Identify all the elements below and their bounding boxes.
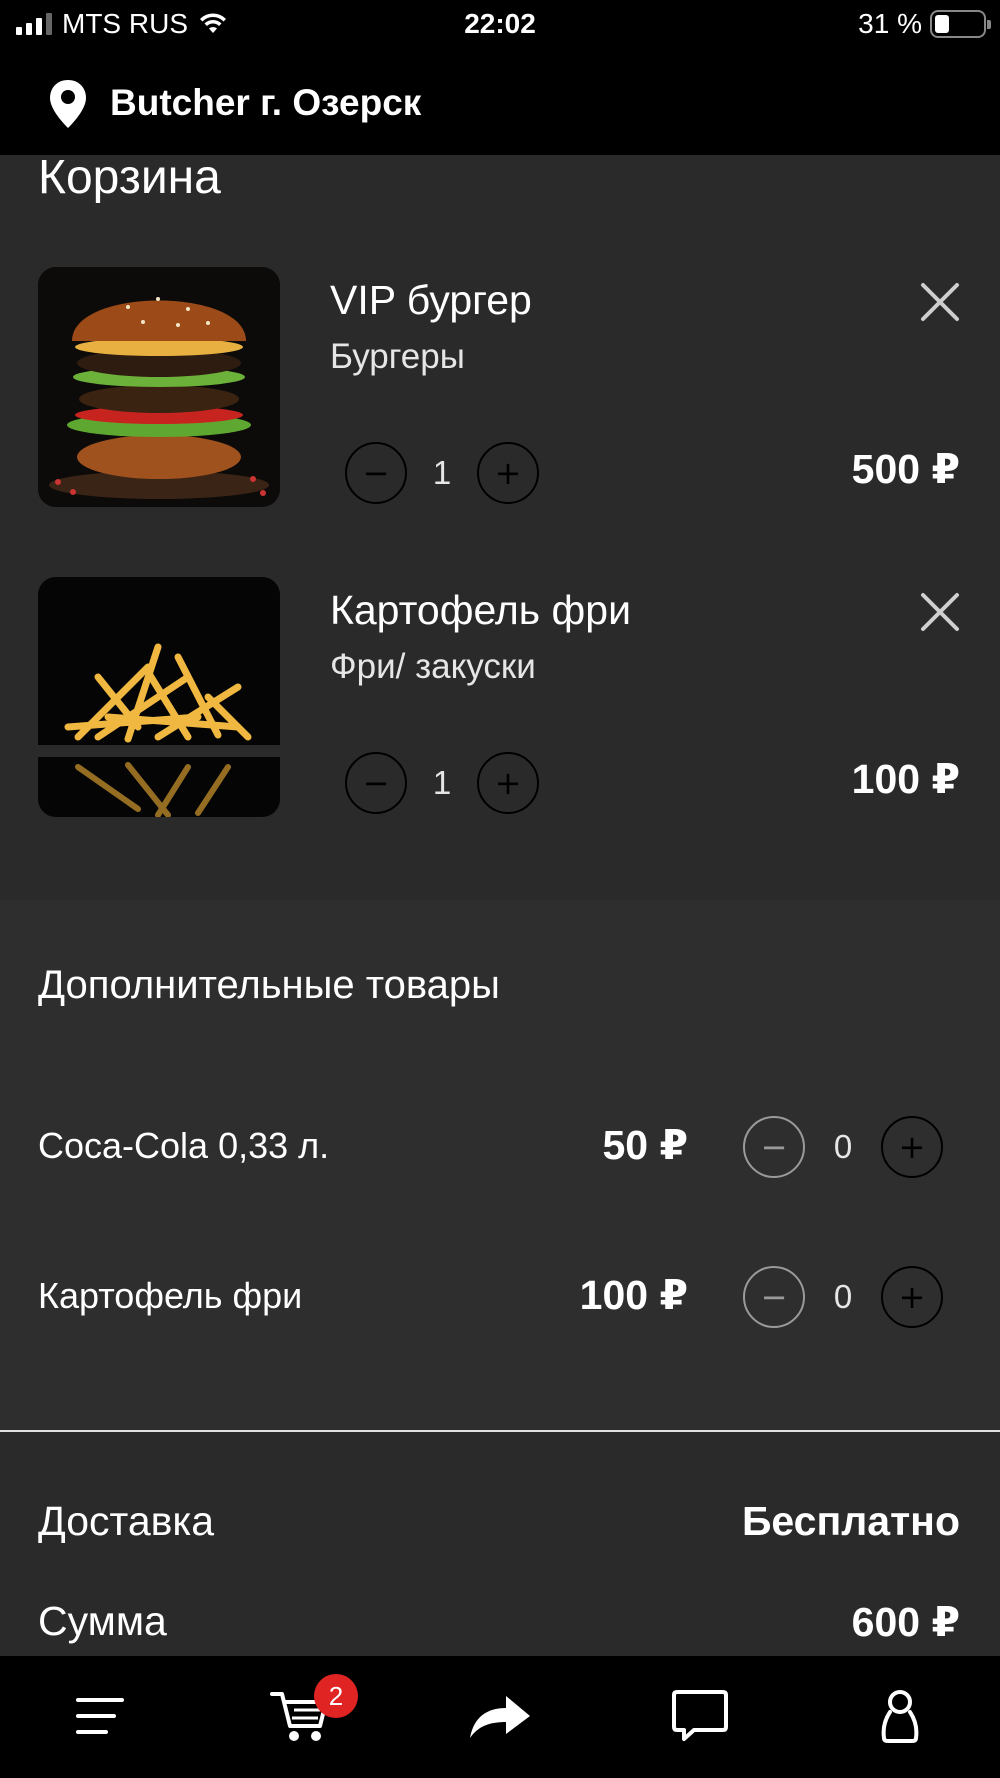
chat-icon bbox=[672, 1690, 728, 1741]
remove-item-button[interactable] bbox=[915, 277, 965, 327]
tab-share[interactable] bbox=[465, 1686, 535, 1746]
extra-price: 50 ₽ bbox=[602, 1122, 688, 1168]
extra-name: Coca-Cola 0,33 л. bbox=[38, 1125, 330, 1166]
tab-menu[interactable] bbox=[65, 1686, 135, 1746]
extra-item: Coca-Cola 0,33 л. 50 ₽ − 0 + bbox=[0, 1113, 1000, 1183]
increase-button[interactable]: + bbox=[477, 442, 539, 504]
quantity-value: 0 bbox=[833, 1128, 853, 1165]
profile-icon bbox=[881, 1690, 919, 1743]
cart-section: Корзина VIP бургер Бургеры − 1 + 500 ₽ К… bbox=[0, 151, 1000, 900]
item-name: VIP бургер bbox=[330, 277, 532, 323]
delivery-value: Бесплатно bbox=[741, 1498, 960, 1544]
decrease-button[interactable]: − bbox=[743, 1116, 805, 1178]
burger-image bbox=[38, 267, 280, 507]
item-category: Бургеры bbox=[330, 337, 465, 376]
status-right: 31 % bbox=[858, 8, 991, 40]
cart-badge: 2 bbox=[314, 1674, 358, 1718]
quantity-stepper: − 0 + bbox=[743, 1266, 943, 1328]
map-pin-icon bbox=[50, 80, 86, 128]
item-name: Картофель фри bbox=[330, 587, 631, 633]
sum-value: 600 ₽ bbox=[851, 1599, 960, 1645]
decrease-button[interactable]: − bbox=[345, 752, 407, 814]
share-icon bbox=[470, 1696, 530, 1738]
battery-icon bbox=[930, 10, 991, 38]
tab-chat[interactable] bbox=[665, 1686, 735, 1746]
quantity-value: 1 bbox=[432, 764, 452, 801]
tab-profile[interactable] bbox=[865, 1686, 935, 1746]
tab-bar: 2 bbox=[0, 1656, 1000, 1778]
cart-item: VIP бургер Бургеры − 1 + 500 ₽ bbox=[0, 267, 1000, 507]
status-bar: MTS RUS 22:02 31 % bbox=[0, 0, 1000, 50]
item-price: 500 ₽ bbox=[851, 446, 960, 492]
fries-image bbox=[38, 577, 280, 817]
extras-title: Дополнительные товары bbox=[38, 963, 500, 1007]
delivery-label: Доставка bbox=[38, 1498, 215, 1544]
decrease-button[interactable]: − bbox=[345, 442, 407, 504]
extra-item: Картофель фри 100 ₽ − 0 + bbox=[0, 1263, 1000, 1333]
menu-icon bbox=[76, 1698, 124, 1734]
item-category: Фри/ закуски bbox=[330, 647, 536, 686]
cart-item: Картофель фри Фри/ закуски − 1 + 100 ₽ bbox=[0, 577, 1000, 817]
quantity-value: 0 bbox=[833, 1278, 853, 1315]
quantity-stepper: − 0 + bbox=[743, 1116, 943, 1178]
quantity-stepper: − 1 + bbox=[345, 752, 539, 814]
quantity-stepper: − 1 + bbox=[345, 442, 539, 504]
totals-section: Доставка Бесплатно Сумма 600 ₽ bbox=[0, 1434, 1000, 1656]
increase-button[interactable]: + bbox=[881, 1266, 943, 1328]
increase-button[interactable]: + bbox=[881, 1116, 943, 1178]
header[interactable]: Butcher г. Озерск bbox=[0, 50, 1000, 155]
battery-percent: 31 % bbox=[858, 8, 922, 39]
decrease-button[interactable]: − bbox=[743, 1266, 805, 1328]
page-title: Корзина bbox=[38, 151, 221, 204]
status-time: 22:02 bbox=[464, 8, 536, 39]
extras-section: Дополнительные товары Coca-Cola 0,33 л. … bbox=[0, 900, 1000, 1432]
sum-label: Сумма bbox=[38, 1598, 167, 1644]
location-title[interactable]: Butcher г. Озерск bbox=[110, 82, 421, 124]
quantity-value: 1 bbox=[432, 454, 452, 491]
extra-price: 100 ₽ bbox=[579, 1272, 688, 1318]
extra-name: Картофель фри bbox=[38, 1275, 303, 1316]
item-price: 100 ₽ bbox=[851, 756, 960, 802]
increase-button[interactable]: + bbox=[477, 752, 539, 814]
remove-item-button[interactable] bbox=[915, 587, 965, 637]
